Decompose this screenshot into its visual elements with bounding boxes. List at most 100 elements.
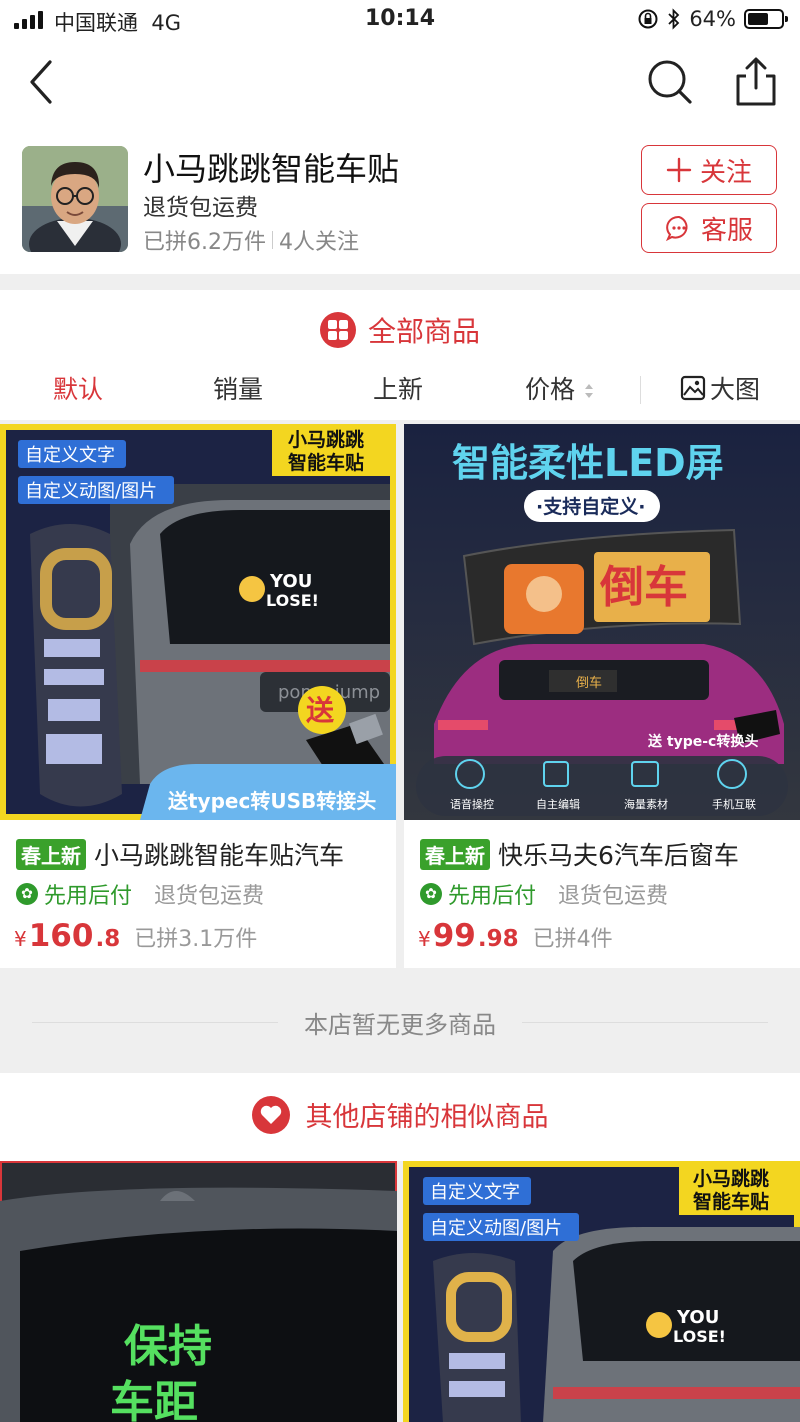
feature-voice: 语音操控 [450, 797, 494, 811]
divider [640, 376, 641, 404]
product-price: ¥ 99 .98 已拼4件 [418, 918, 613, 954]
image-gift: 送 type-c转换头 [647, 733, 758, 750]
search-icon[interactable] [646, 58, 694, 106]
shop-name: 小马跳跳智能车贴 [143, 150, 400, 188]
tab-new[interactable]: 上新 [373, 370, 423, 406]
similar-product-image: 保持 车距 [0, 1161, 397, 1422]
product-price: ¥ 160 .8 已拼3.1万件 [14, 918, 257, 954]
follow-button[interactable]: 关注 [641, 145, 777, 195]
shop-sold: 已拼6.2万件 [143, 230, 266, 255]
divider [272, 231, 273, 249]
divider [522, 1022, 768, 1023]
tab-default[interactable]: 默认 [53, 370, 103, 406]
status-bar: 中国联通 4G 10:14 64% [0, 0, 800, 42]
avatar-image [22, 146, 128, 252]
shipping-label: 退货包运费 [558, 884, 669, 909]
image-view-icon [680, 375, 706, 401]
product-title: 春上新 快乐马夫6汽车后窗车 [420, 836, 790, 872]
product-card[interactable]: 智能柔性LED屏 ·支持自定义· 倒车 倒车 送 type-c转换头 语音操控 … [404, 424, 800, 968]
pay-later-icon: ✿ [16, 883, 38, 905]
image-tag-1: 自定义文字 [430, 1182, 520, 1203]
tab-price[interactable]: 价格 [525, 370, 595, 406]
customer-service-button[interactable]: 客服 [641, 203, 777, 253]
nav-bar [0, 42, 800, 124]
image-brand-2: 智能车贴 [693, 1190, 769, 1213]
follow-label: 关注 [699, 157, 752, 188]
green-text-2: 车距 [110, 1377, 198, 1422]
currency: ¥ [14, 927, 27, 951]
all-products-title: 全部商品 [0, 310, 800, 350]
product-image[interactable]: pomo jump 自定义文字 自定义动图/图片 小马跳跳 智能车贴 YOU L… [0, 424, 396, 820]
similar-product-image: 自定义文字 自定义动图/图片 小马跳跳 智能车贴 YOU LOSE! [403, 1161, 800, 1422]
battery-percent: 64% [689, 7, 736, 31]
back-icon[interactable] [22, 56, 62, 108]
divider [32, 1022, 278, 1023]
shop-avatar[interactable] [22, 146, 128, 252]
price-int: 99 [432, 918, 476, 954]
product-title: 春上新 小马跳跳智能车贴汽车 [16, 836, 386, 872]
price-dec: .98 [477, 926, 519, 952]
image-you: YOU [676, 1307, 719, 1328]
tab-sales[interactable]: 销量 [213, 370, 263, 406]
shop-header: 小马跳跳智能车贴 退货包运费 已拼6.2万件 4人关注 关注 客服 [0, 124, 800, 274]
bluetooth-icon [668, 8, 680, 30]
image-sub: ·支持自定义· [536, 495, 645, 518]
image-you: YOU [269, 571, 312, 592]
sort-arrows-icon [584, 384, 593, 398]
image-gift: 送 [306, 694, 334, 727]
product-image[interactable]: 智能柔性LED屏 ·支持自定义· 倒车 倒车 送 type-c转换头 语音操控 … [404, 424, 800, 820]
shop-followers: 4人关注 [279, 230, 359, 255]
tab-price-label: 价格 [525, 375, 576, 404]
status-right: 64% [637, 7, 788, 31]
product-pay-row: ✿ 先用后付 退货包运费 [420, 878, 668, 910]
image-brand-1: 小马跳跳 [693, 1167, 769, 1190]
product-image-art: pomo jump 自定义文字 自定义动图/图片 小马跳跳 智能车贴 YOU L… [0, 424, 396, 820]
green-text-1: 保持 [124, 1321, 212, 1372]
all-products-label: 全部商品 [367, 315, 480, 348]
image-tag-2: 自定义动图/图片 [430, 1218, 562, 1239]
all-products-section: 全部商品 默认 销量 上新 价格 大图 [0, 290, 800, 420]
image-headline: 智能柔性LED屏 [452, 441, 724, 485]
shipping-label: 退货包运费 [154, 884, 265, 909]
battery-icon [744, 9, 788, 29]
image-tag-2: 自定义动图/图片 [25, 481, 157, 502]
heart-icon [251, 1095, 290, 1134]
rotation-lock-icon [638, 9, 658, 29]
image-plate: 倒车 [576, 675, 602, 691]
feature-assets: 海量素材 [624, 797, 668, 811]
pay-later-label: 先用后付 [44, 884, 133, 909]
pay-later-icon: ✿ [420, 883, 442, 905]
feature-phone: 手机互联 [712, 797, 756, 811]
product-pay-row: ✿ 先用后付 退货包运费 [16, 878, 264, 910]
tab-large-image[interactable]: 大图 [680, 370, 760, 406]
tab-large-image-label: 大图 [710, 375, 761, 404]
product-title-text: 快乐马夫6汽车后窗车 [498, 841, 739, 870]
image-tag-1: 自定义文字 [25, 445, 115, 466]
new-badge: 春上新 [420, 838, 490, 870]
product-title-text: 小马跳跳智能车贴汽车 [94, 841, 345, 870]
image-footer: 送typec转USB转接头 [168, 789, 376, 813]
feature-edit: 自主编辑 [536, 797, 580, 811]
shop-stats: 已拼6.2万件 4人关注 [143, 224, 359, 256]
image-brand-2: 智能车贴 [288, 451, 364, 474]
service-label: 客服 [700, 215, 753, 246]
product-card[interactable]: pomo jump 自定义文字 自定义动图/图片 小马跳跳 智能车贴 YOU L… [0, 424, 396, 968]
no-more-text: 本店暂无更多商品 [304, 1011, 496, 1039]
shop-tagline: 退货包运费 [143, 195, 258, 221]
share-icon[interactable] [732, 56, 780, 108]
product-image-art: 智能柔性LED屏 ·支持自定义· 倒车 倒车 送 type-c转换头 语音操控 … [404, 424, 800, 820]
price-dec: .8 [95, 926, 121, 952]
new-badge: 春上新 [16, 838, 86, 870]
sort-tabs: 默认 销量 上新 价格 大图 [0, 370, 800, 410]
sold-count: 已拼4件 [532, 927, 613, 952]
image-lose: LOSE! [673, 1327, 726, 1346]
similar-product-card[interactable]: 保持 车距 [0, 1161, 397, 1422]
pay-later-label: 先用后付 [448, 884, 537, 909]
image-panel-text: 倒车 [599, 562, 688, 613]
similar-products-title: 其他店铺的相似商品 [0, 1095, 800, 1134]
image-lose: LOSE! [266, 591, 319, 610]
sold-count: 已拼3.1万件 [134, 927, 258, 952]
similar-product-card[interactable]: 自定义文字 自定义动图/图片 小马跳跳 智能车贴 YOU LOSE! [403, 1161, 800, 1422]
chat-icon [665, 215, 688, 242]
similar-products-label: 其他店铺的相似商品 [305, 1102, 549, 1133]
